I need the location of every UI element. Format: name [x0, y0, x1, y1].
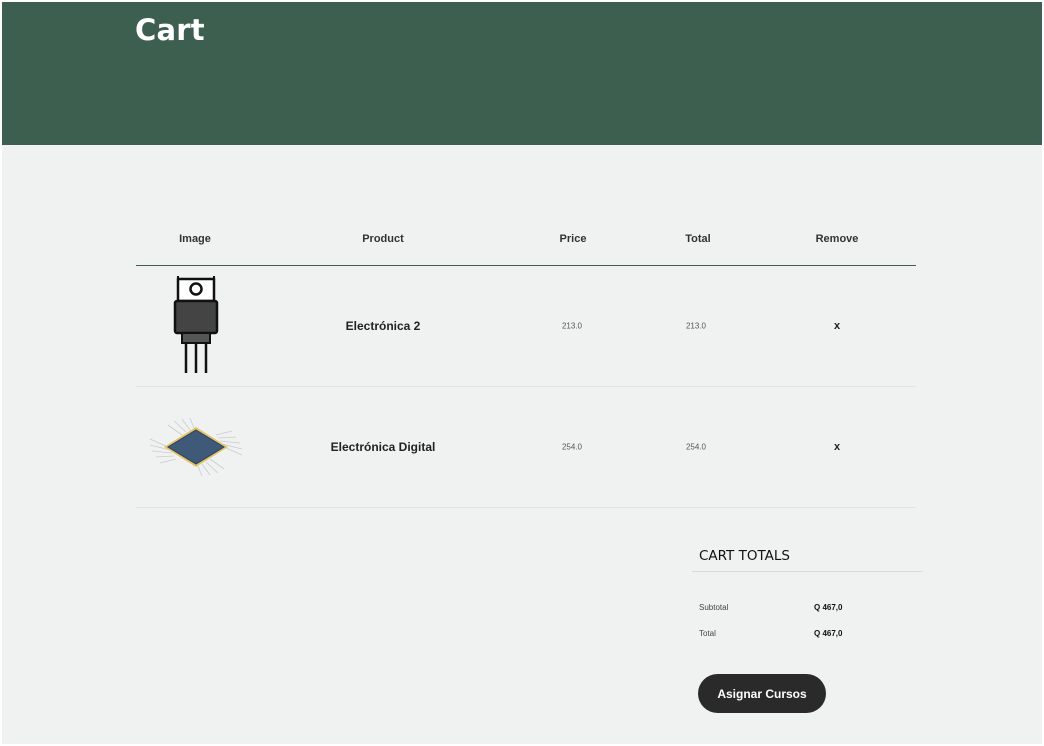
product-name: Electrónica 2: [345, 319, 421, 333]
total-value: Q 467,0: [814, 629, 843, 638]
product-total: 254.0: [685, 442, 707, 452]
page-header: Cart: [2, 2, 1042, 145]
table-row: Electrónica 2 213.0 213.0 x: [136, 266, 916, 387]
remove-button[interactable]: x: [834, 441, 840, 453]
remove-button[interactable]: x: [834, 320, 840, 332]
total-label: Total: [699, 629, 716, 638]
column-header-image: Image: [179, 233, 211, 245]
table-header: Image Product Price Total Remove: [136, 222, 916, 266]
product-price: 254.0: [561, 442, 583, 452]
product-total: 213.0: [685, 321, 707, 331]
subtotal-value: Q 467,0: [814, 603, 843, 612]
page-title: Cart: [135, 13, 205, 47]
microchip-icon: [148, 417, 244, 477]
assign-courses-button[interactable]: Asignar Cursos: [698, 674, 826, 713]
column-header-price: Price: [559, 233, 587, 245]
cart-totals-title: CART TOTALS: [692, 540, 923, 572]
column-header-remove: Remove: [815, 233, 859, 245]
subtotal-label: Subtotal: [699, 603, 729, 612]
column-header-total: Total: [685, 233, 711, 245]
table-row: Electrónica Digital 254.0 254.0 x: [136, 387, 916, 508]
product-name: Electrónica Digital: [330, 440, 436, 454]
column-header-product: Product: [362, 233, 404, 245]
cart-table: Image Product Price Total Remove Electró…: [136, 222, 916, 508]
cart-totals: CART TOTALS Subtotal Q 467,0 Total Q 467…: [692, 540, 923, 713]
product-price: 213.0: [561, 321, 583, 331]
page: Cart Image Product Price Total Remove El…: [2, 2, 1042, 744]
transistor-icon: [170, 276, 222, 376]
